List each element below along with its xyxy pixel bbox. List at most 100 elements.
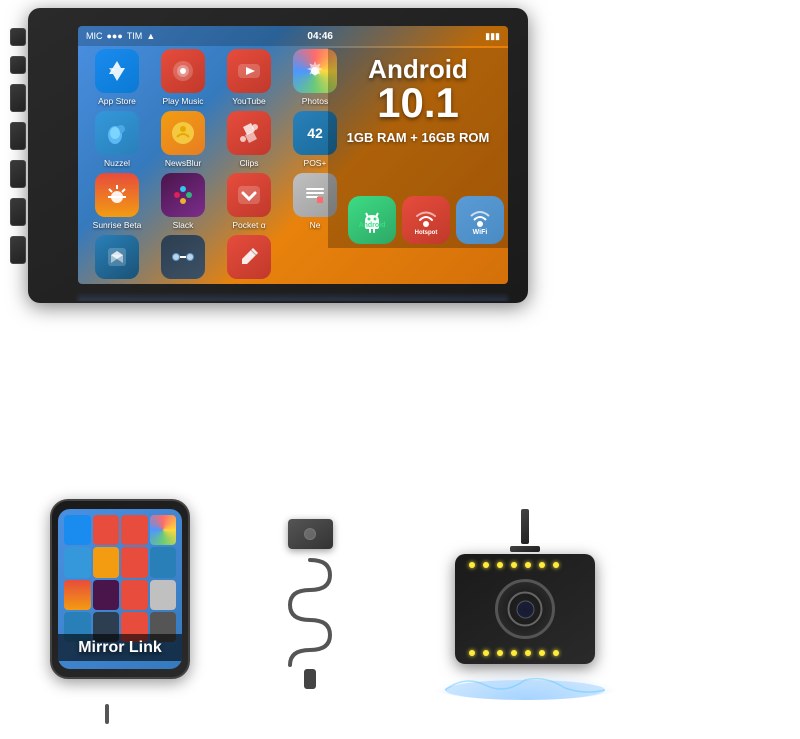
app-sunrise[interactable]: Sunrise Beta [86, 172, 148, 230]
nuzzel-label: Nuzzel [104, 158, 130, 168]
camera-bracket [510, 546, 540, 552]
water-splash [425, 670, 625, 700]
led-9 [483, 650, 489, 656]
appstore-icon [95, 49, 139, 93]
android-specs: 1GB RAM + 16GB ROM [347, 130, 490, 145]
led-1 [469, 562, 475, 568]
side-buttons [10, 28, 26, 264]
gps-module [288, 519, 333, 549]
screen-reflection [78, 292, 508, 301]
newsblur-label: NewsBlur [165, 158, 201, 168]
led-10 [497, 650, 503, 656]
sunrise-icon [95, 173, 139, 217]
overlay-apps: Android Hotspot [348, 196, 504, 244]
mirror-link-text: Mirror Link [78, 639, 162, 656]
camera-lens-inner [508, 592, 543, 627]
home-button[interactable] [10, 122, 26, 150]
clips-icon [227, 111, 271, 155]
led-7 [553, 562, 559, 568]
camera-container [410, 489, 640, 719]
workflow-label: Workflow [166, 282, 201, 285]
donote-label: Do Note [233, 282, 264, 285]
phone-container: Mirror Link [30, 489, 210, 719]
status-bar: MIC ●●● TIM ▲ 04:46 ▮▮▮ [78, 26, 508, 46]
nuzzel-icon [95, 111, 139, 155]
power-button[interactable] [10, 84, 26, 112]
app-slack[interactable]: Slack [152, 172, 214, 230]
camera-body [455, 554, 595, 664]
slack-icon [161, 173, 205, 217]
drafts-icon [95, 235, 139, 279]
android-app-icon: Android [348, 196, 396, 244]
vol-up-button[interactable] [10, 198, 26, 226]
signal-dots: ●●● [107, 31, 123, 41]
camera-mount [521, 509, 529, 544]
app-workflow[interactable]: Workflow [152, 234, 214, 284]
slack-label: Slack [173, 220, 194, 230]
workflow-icon [161, 235, 205, 279]
app-youtube[interactable]: YouTube [218, 48, 280, 106]
newsblur-icon [161, 111, 205, 155]
android-overlay: Android 10.1 1GB RAM + 16GB ROM Android [328, 48, 508, 248]
phone-body: Mirror Link [50, 499, 190, 679]
status-right: ▮▮▮ [485, 31, 500, 42]
led-8 [469, 650, 475, 656]
usb-cable [105, 704, 109, 724]
led-12 [525, 650, 531, 656]
vol-down-button[interactable] [10, 236, 26, 264]
camera-lens [495, 579, 555, 639]
wifi-icon: ▲ [146, 31, 155, 41]
accessories-section: Mirror Link [30, 484, 780, 724]
svg-text:WiFi: WiFi [473, 229, 488, 236]
app-pocket[interactable]: Pocket α [218, 172, 280, 230]
led-11 [511, 650, 517, 656]
photos-label: Photos [302, 96, 328, 106]
time-display: 04:46 [307, 31, 333, 42]
camera-aperture [516, 600, 534, 618]
gps-cable [280, 555, 340, 675]
pocket-label: Pocket α [232, 220, 265, 230]
app-playmusic[interactable]: Play Music [152, 48, 214, 106]
app-clips[interactable]: Clips [218, 110, 280, 168]
pos-label: POS+ [304, 158, 327, 168]
playmusic-label: Play Music [162, 96, 203, 106]
hotspot-app-icon: Hotspot [402, 196, 450, 244]
mini-app-grid [62, 513, 178, 644]
radio-body: MIC ●●● TIM ▲ 04:46 ▮▮▮ [28, 8, 528, 303]
app-donote[interactable]: Do Note [218, 234, 280, 284]
rst-button [10, 56, 26, 74]
battery-icon: ▮▮▮ [485, 31, 500, 42]
led-4 [511, 562, 517, 568]
svg-text:Hotspot: Hotspot [415, 230, 438, 236]
gps-container [220, 489, 400, 719]
led-2 [483, 562, 489, 568]
mic-label: MIC [86, 31, 103, 41]
svg-text:Android: Android [359, 222, 386, 229]
drafts-label: Drafts [106, 282, 129, 285]
back-button[interactable] [10, 160, 26, 188]
phone-screen: Mirror Link [58, 509, 182, 669]
app-appstore[interactable]: App Store [86, 48, 148, 106]
ne-label: Ne [310, 220, 321, 230]
led-13 [539, 650, 545, 656]
sunrise-label: Sunrise Beta [93, 220, 142, 230]
status-left: MIC ●●● TIM ▲ [86, 31, 155, 41]
led-6 [539, 562, 545, 568]
pocket-icon [227, 173, 271, 217]
app-nuzzel[interactable]: Nuzzel [86, 110, 148, 168]
playmusic-icon [161, 49, 205, 93]
app-newsblur[interactable]: NewsBlur [152, 110, 214, 168]
led-3 [497, 562, 503, 568]
app-grid: App Store Play Music [86, 48, 346, 284]
appstore-label: App Store [98, 96, 136, 106]
carrier-label: TIM [127, 31, 143, 41]
wifi-app-icon: WiFi [456, 196, 504, 244]
youtube-label: YouTube [232, 96, 265, 106]
led-5 [525, 562, 531, 568]
led-14 [553, 650, 559, 656]
app-drafts[interactable]: Drafts [86, 234, 148, 284]
car-screen[interactable]: MIC ●●● TIM ▲ 04:46 ▮▮▮ [78, 26, 508, 284]
youtube-icon [227, 49, 271, 93]
radio-unit: MIC ●●● TIM ▲ 04:46 ▮▮▮ [28, 8, 528, 438]
donote-icon [227, 235, 271, 279]
